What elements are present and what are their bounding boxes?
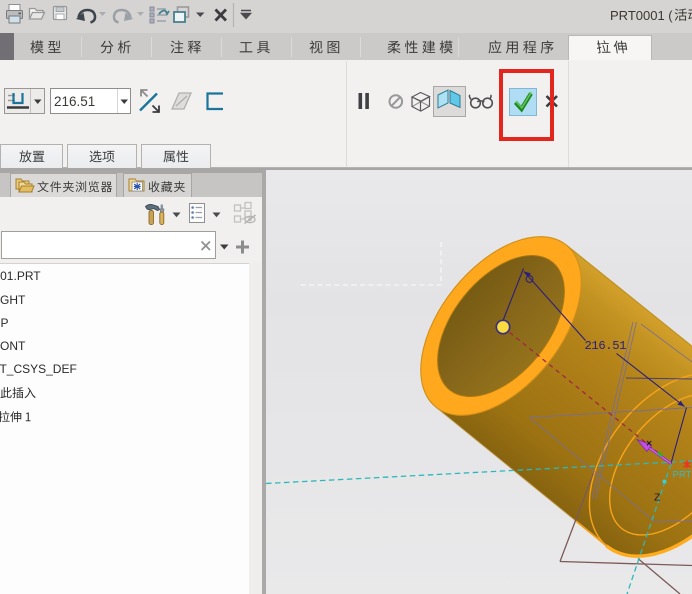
svg-text:216.51: 216.51	[585, 339, 627, 353]
svg-text:Z: Z	[654, 492, 661, 504]
svg-text:PRT1: PRT1	[673, 470, 692, 481]
